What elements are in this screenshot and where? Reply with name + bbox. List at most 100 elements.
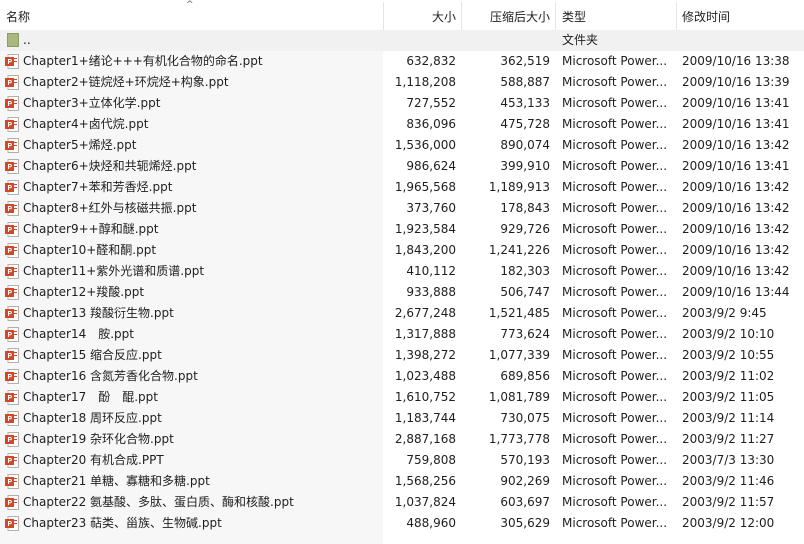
file-size: 1,037,824 [394, 495, 456, 509]
file-compressed-size: 182,303 [500, 264, 550, 278]
file-modified: 2003/9/2 10:10 [682, 327, 775, 341]
file-compressed-size: 1,241,226 [488, 243, 550, 257]
file-row[interactable]: Chapter18 周环反应.ppt 1,183,744 730,075 Micros… [0, 408, 804, 429]
column-header-size[interactable]: 大小 [384, 0, 456, 30]
column-divider[interactable] [555, 2, 556, 30]
column-divider[interactable] [676, 2, 677, 30]
file-row[interactable]: Chapter3+立体化学.ppt 727,552 453,133 Microsoft… [0, 93, 804, 114]
file-size: 1,923,584 [394, 222, 456, 236]
file-row[interactable]: Chapter12+羧酸.ppt 933,888 506,747 Microsoft … [0, 282, 804, 303]
file-type: 文件夹 [562, 33, 599, 47]
file-row[interactable]: Chapter14 胺.ppt 1,317,888 773,624 Microsoft… [0, 324, 804, 345]
file-row[interactable]: Chapter17 酚 醌.ppt 1,610,752 1,081,789 Micro… [0, 387, 804, 408]
file-row[interactable]: Chapter19 杂环化合物.ppt 2,887,168 1,773,778 Mic… [0, 429, 804, 450]
powerpoint-file-icon [5, 345, 21, 366]
file-row[interactable]: Chapter21 单糖、寡糖和多糖.ppt 1,568,256 902,269 Mi… [0, 471, 804, 492]
sort-ascending-icon: ^ [186, 0, 194, 10]
column-header-type[interactable]: 类型 [562, 0, 672, 30]
file-name: Chapter8+红外与核磁共振.ppt [23, 201, 197, 215]
file-row[interactable]: Chapter5+烯烃.ppt 1,536,000 890,074 Microsoft… [0, 135, 804, 156]
file-size: 1,610,752 [394, 390, 456, 404]
file-modified: 2003/9/2 12:00 [682, 516, 775, 530]
file-compressed-size: 689,856 [500, 369, 550, 383]
file-modified: 2009/10/16 13:44 [682, 285, 790, 299]
file-name: Chapter15 缩合反应.ppt [23, 348, 162, 362]
file-modified: 2003/7/3 13:30 [682, 453, 775, 467]
file-type: Microsoft Power... [562, 117, 668, 131]
column-header-modified[interactable]: 修改时间 [682, 0, 802, 30]
column-header-compressed-size[interactable]: 压缩后大小 [462, 0, 550, 30]
file-row[interactable]: Chapter23 萜类、甾族、生物碱.ppt 488,960 305,629 Mic… [0, 513, 804, 534]
file-type: Microsoft Power... [562, 369, 668, 383]
file-name: Chapter1+绪论+++有机化合物的命名.ppt [23, 54, 263, 68]
powerpoint-file-icon [5, 513, 21, 534]
file-compressed-size: 773,624 [500, 327, 550, 341]
file-size: 986,624 [406, 159, 456, 173]
file-name: Chapter19 杂环化合物.ppt [23, 432, 174, 446]
file-type: Microsoft Power... [562, 327, 668, 341]
file-type: Microsoft Power... [562, 159, 668, 173]
file-row[interactable]: Chapter1+绪论+++有机化合物的命名.ppt 632,832 362,519… [0, 51, 804, 72]
file-size: 1,536,000 [394, 138, 456, 152]
parent-folder-row[interactable]: .. 文件夹 [0, 30, 804, 51]
file-name: Chapter23 萜类、甾族、生物碱.ppt [23, 516, 222, 530]
column-header-name[interactable]: 名称 [6, 0, 382, 30]
powerpoint-file-icon [5, 177, 21, 198]
file-type: Microsoft Power... [562, 222, 668, 236]
file-row[interactable]: Chapter8+红外与核磁共振.ppt 373,760 178,843 Micros… [0, 198, 804, 219]
file-type: Microsoft Power... [562, 516, 668, 530]
file-compressed-size: 399,910 [500, 159, 550, 173]
file-type: Microsoft Power... [562, 432, 668, 446]
file-compressed-size: 890,074 [500, 138, 550, 152]
file-row[interactable]: Chapter9++醇和醚.ppt 1,923,584 929,726 Microso… [0, 219, 804, 240]
file-type: Microsoft Power... [562, 243, 668, 257]
file-compressed-size: 362,519 [500, 54, 550, 68]
file-type: Microsoft Power... [562, 495, 668, 509]
file-row[interactable]: Chapter22 氨基酸、多肽、蛋白质、酶和核酸.ppt 1,037,824 60… [0, 492, 804, 513]
file-compressed-size: 506,747 [500, 285, 550, 299]
file-row[interactable]: Chapter20 有机合成.PPT 759,808 570,193 Microsof… [0, 450, 804, 471]
file-row[interactable]: Chapter7+苯和芳香烃.ppt 1,965,568 1,189,913 Micr… [0, 177, 804, 198]
file-row[interactable]: Chapter16 含氮芳香化合物.ppt 1,023,488 689,856 Mic… [0, 366, 804, 387]
file-type: Microsoft Power... [562, 264, 668, 278]
file-modified: 2009/10/16 13:42 [682, 138, 790, 152]
file-name: Chapter21 单糖、寡糖和多糖.ppt [23, 474, 210, 488]
file-size: 2,887,168 [394, 432, 456, 446]
file-compressed-size: 305,629 [500, 516, 550, 530]
file-size: 2,677,248 [394, 306, 456, 320]
powerpoint-file-icon [5, 72, 21, 93]
file-size: 1,965,568 [394, 180, 456, 194]
file-row[interactable]: Chapter15 缩合反应.ppt 1,398,272 1,077,339 Micr… [0, 345, 804, 366]
file-type: Microsoft Power... [562, 348, 668, 362]
file-row[interactable]: Chapter6+炔烃和共轭烯烃.ppt 986,624 399,910 Micros… [0, 156, 804, 177]
file-row[interactable]: Chapter4+卤代烷.ppt 836,096 475,728 Microsoft … [0, 114, 804, 135]
file-row[interactable]: Chapter11+紫外光谱和质谱.ppt 410,112 182,303 Micro… [0, 261, 804, 282]
file-size: 727,552 [406, 96, 456, 110]
file-size: 1,118,208 [394, 75, 456, 89]
file-size: 759,808 [406, 453, 456, 467]
powerpoint-file-icon [5, 429, 21, 450]
file-row[interactable]: Chapter13 羧酸衍生物.ppt 2,677,248 1,521,485 Mic… [0, 303, 804, 324]
file-modified: 2009/10/16 13:42 [682, 201, 790, 215]
file-row[interactable]: Chapter2+链烷烃+环烷烃+构象.ppt 1,118,208 588,887 M… [0, 72, 804, 93]
file-compressed-size: 929,726 [500, 222, 550, 236]
file-modified: 2003/9/2 11:05 [682, 390, 775, 404]
file-name: Chapter9++醇和醚.ppt [23, 222, 159, 236]
file-list: .. 文件夹 Chapter1+绪论+++有机化合物的命名.ppt 632,832… [0, 30, 804, 534]
file-name: Chapter11+紫外光谱和质谱.ppt [23, 264, 205, 278]
powerpoint-file-icon [5, 198, 21, 219]
file-modified: 2003/9/2 11:02 [682, 369, 775, 383]
file-compressed-size: 1,521,485 [488, 306, 550, 320]
powerpoint-file-icon [5, 135, 21, 156]
powerpoint-file-icon [5, 366, 21, 387]
file-compressed-size: 1,081,789 [488, 390, 550, 404]
powerpoint-file-icon [5, 114, 21, 135]
file-name: Chapter12+羧酸.ppt [23, 285, 145, 299]
file-size: 1,843,200 [394, 243, 456, 257]
file-modified: 2009/10/16 13:42 [682, 222, 790, 236]
file-row[interactable]: Chapter10+醛和酮.ppt 1,843,200 1,241,226 Micro… [0, 240, 804, 261]
file-size: 1,023,488 [394, 369, 456, 383]
file-modified: 2003/9/2 11:27 [682, 432, 775, 446]
powerpoint-file-icon [5, 156, 21, 177]
file-type: Microsoft Power... [562, 180, 668, 194]
